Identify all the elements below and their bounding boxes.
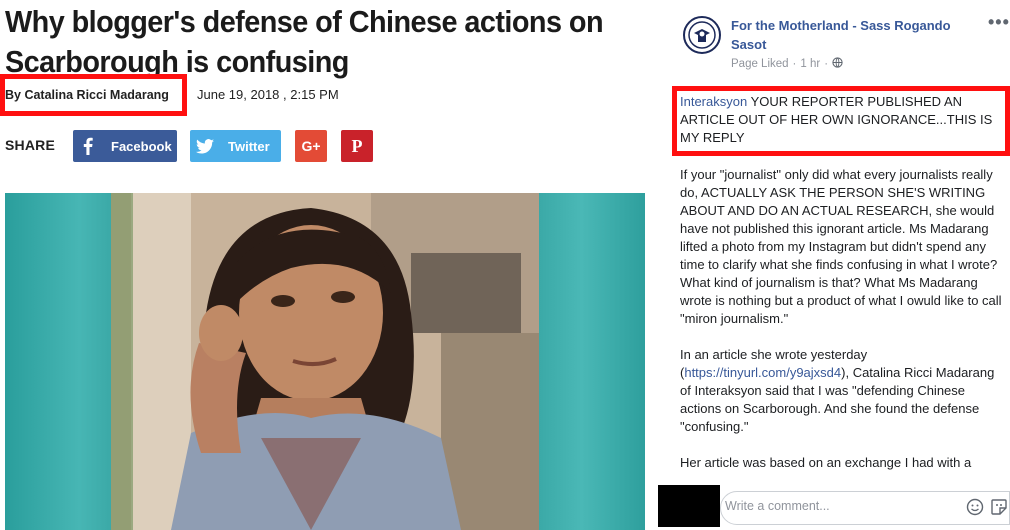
article-date: June 19, 2018 , 2:15 PM <box>197 87 339 102</box>
interaksyon-mention-link[interactable]: Interaksyon <box>680 94 747 109</box>
tinyurl-link[interactable]: https://tinyurl.com/y9ajxsd4 <box>684 365 841 380</box>
facebook-icon <box>73 137 103 155</box>
post-body: If your "journalist" only did what every… <box>680 166 1005 482</box>
post-paragraph-1: If your "journalist" only did what every… <box>680 167 1002 326</box>
post-headline: Interaksyon YOUR REPORTER PUBLISHED AN A… <box>680 93 1000 147</box>
post-paragraph-3: Her article was based on an exchange I h… <box>680 455 972 470</box>
news-article: Why blogger's defense of Chinese actions… <box>0 0 660 530</box>
post-paragraph-2: In an article she wrote yesterday (https… <box>680 346 1005 436</box>
share-twitter-label: Twitter <box>228 138 270 154</box>
photo-main <box>111 193 539 530</box>
sticker-icon[interactable] <box>990 498 1008 516</box>
share-facebook-label: Facebook <box>111 138 172 154</box>
post-time[interactable]: 1 hr <box>800 58 820 70</box>
redacted-avatar-box <box>658 485 720 527</box>
meta-separator: · <box>792 58 797 70</box>
share-pinterest-button[interactable]: P <box>341 130 373 162</box>
motherland-logo-icon <box>688 21 716 49</box>
photo-blurred-right <box>539 193 645 530</box>
page-name-link[interactable]: For the Motherland - Sass Rogando Sasot <box>731 16 971 54</box>
article-photo <box>5 193 645 530</box>
share-label: SHARE <box>5 137 56 153</box>
photo-blurred-left <box>5 193 111 530</box>
share-googleplus-button[interactable]: G+ <box>295 130 327 162</box>
woman-portrait-illustration <box>111 193 539 530</box>
googleplus-icon: G+ <box>301 138 321 154</box>
share-facebook-button[interactable]: Facebook <box>73 130 177 162</box>
page-avatar[interactable] <box>683 16 721 54</box>
article-headline: Why blogger's defense of Chinese actions… <box>5 4 604 79</box>
twitter-bird-icon <box>190 138 220 154</box>
page-liked-status[interactable]: Page Liked <box>731 58 789 70</box>
more-options-icon[interactable]: ••• <box>988 12 1010 33</box>
article-byline[interactable]: By Catalina Ricci Madarang <box>5 88 169 102</box>
pinterest-icon: P <box>351 135 363 156</box>
emoji-icon[interactable] <box>966 498 984 516</box>
comment-placeholder: Write a comment... <box>725 499 830 513</box>
meta-separator-2: · <box>824 58 829 70</box>
globe-icon <box>832 57 843 71</box>
share-twitter-button[interactable]: Twitter <box>190 130 281 162</box>
post-meta: Page Liked · 1 hr · <box>731 57 843 71</box>
